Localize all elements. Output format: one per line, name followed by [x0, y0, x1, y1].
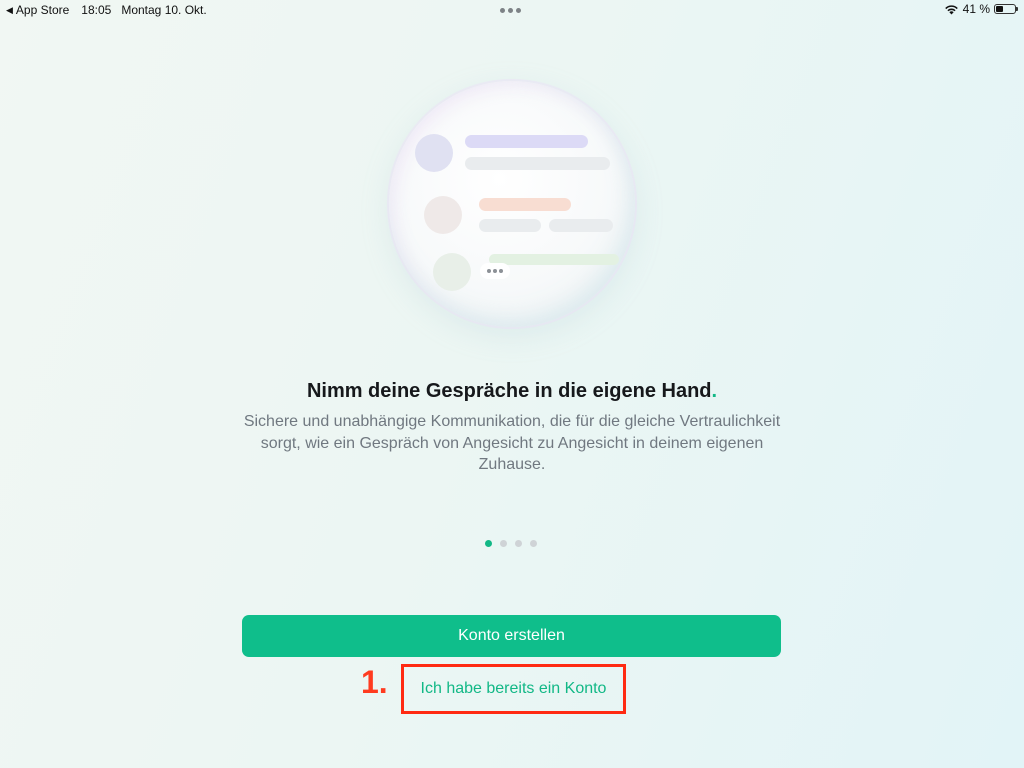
status-date: Montag 10. Okt.: [121, 3, 207, 17]
typing-indicator-icon: [480, 263, 510, 279]
dot: [508, 8, 513, 13]
onboarding-title: Nimm deine Gespräche in die eigene Hand.: [0, 380, 1024, 403]
dot: [516, 8, 521, 13]
message-line-placeholder: [479, 198, 571, 211]
wifi-icon: [944, 5, 958, 15]
status-time: 18:05: [81, 3, 112, 17]
page-dot-active[interactable]: [485, 540, 492, 547]
dot: [493, 269, 497, 273]
page-dot[interactable]: [530, 540, 537, 547]
message-line-placeholder: [549, 219, 613, 232]
dot: [499, 269, 503, 273]
title-accent-dot: .: [711, 380, 718, 402]
avatar-placeholder: [424, 196, 462, 234]
status-left: ◀ App Store 18:05 Montag 10. Okt.: [6, 3, 207, 17]
message-line-placeholder: [489, 254, 619, 265]
title-text: Nimm deine Gespräche in die eigene Hand: [306, 380, 712, 402]
status-bar: ◀ App Store 18:05 Montag 10. Okt. 41 %: [0, 0, 1024, 20]
page-dot[interactable]: [515, 540, 522, 547]
status-right: 41 %: [944, 2, 1018, 16]
battery-percent: 41 %: [962, 2, 990, 16]
back-arrow-icon[interactable]: ◀: [6, 5, 13, 16]
existing-account-link[interactable]: Ich habe bereits ein Konto: [404, 667, 623, 711]
page-dot[interactable]: [500, 540, 507, 547]
avatar-placeholder: [415, 134, 453, 172]
message-line-placeholder: [465, 135, 588, 148]
chat-bubble-illustration: [389, 81, 635, 327]
page-indicator[interactable]: [485, 540, 537, 547]
onboarding-subtitle: Sichere und unabhängige Kommunikation, d…: [243, 413, 781, 473]
multitasking-dots-icon[interactable]: [500, 8, 521, 13]
message-line-placeholder: [465, 157, 610, 170]
battery-fill: [996, 6, 1004, 12]
battery-nub: [1016, 7, 1018, 11]
battery-icon: [994, 4, 1018, 14]
avatar-placeholder: [433, 253, 471, 291]
message-line-placeholder: [479, 219, 541, 232]
back-to-app-link[interactable]: App Store: [16, 3, 69, 17]
dot: [500, 8, 505, 13]
create-account-button[interactable]: Konto erstellen: [242, 615, 781, 657]
dot: [487, 269, 491, 273]
annotation-step-number: 1.: [361, 664, 388, 700]
